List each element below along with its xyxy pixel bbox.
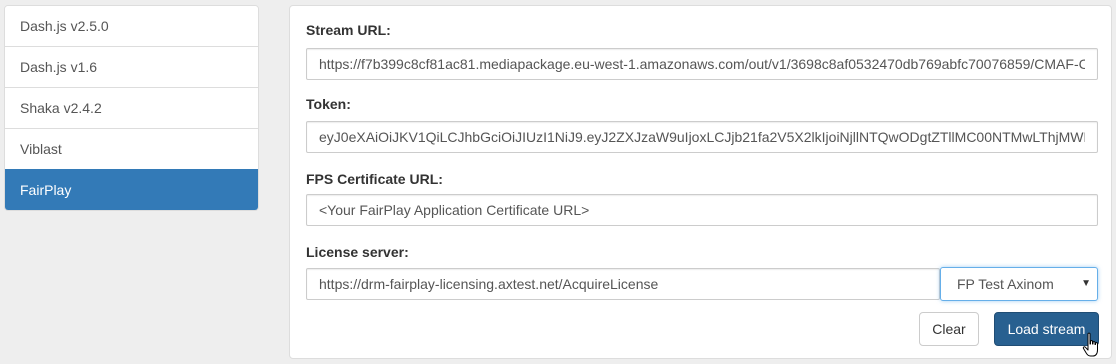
- sidebar-item-shaka[interactable]: Shaka v2.4.2: [5, 87, 258, 128]
- sidebar-item-fairplay[interactable]: FairPlay: [5, 169, 258, 210]
- license-server-label: License server:: [306, 244, 409, 260]
- token-label: Token:: [306, 96, 351, 112]
- sidebar-item-viblast[interactable]: Viblast: [5, 128, 258, 169]
- player-sidebar: Dash.js v2.5.0 Dash.js v1.6 Shaka v2.4.2…: [4, 5, 259, 211]
- stream-form-panel: Stream URL: Token: FPS Certificate URL: …: [289, 5, 1112, 359]
- license-server-select-value: FP Test Axinom: [957, 276, 1054, 292]
- sidebar-item-dashjs-16[interactable]: Dash.js v1.6: [5, 46, 258, 87]
- hand-pointer-icon: [1082, 332, 1098, 357]
- fps-certificate-label: FPS Certificate URL:: [306, 171, 443, 187]
- token-input[interactable]: [306, 121, 1098, 153]
- fps-certificate-input[interactable]: [306, 194, 1098, 226]
- chevron-down-icon: ▼: [1081, 278, 1091, 289]
- clear-button[interactable]: Clear: [919, 312, 979, 346]
- license-server-input[interactable]: [306, 268, 940, 300]
- stream-url-input[interactable]: [306, 48, 1098, 80]
- sidebar-item-dashjs-250[interactable]: Dash.js v2.5.0: [5, 6, 258, 46]
- player-list: Dash.js v2.5.0 Dash.js v1.6 Shaka v2.4.2…: [4, 5, 259, 211]
- license-server-select[interactable]: FP Test Axinom ▼: [940, 267, 1098, 301]
- stream-url-label: Stream URL:: [306, 22, 391, 38]
